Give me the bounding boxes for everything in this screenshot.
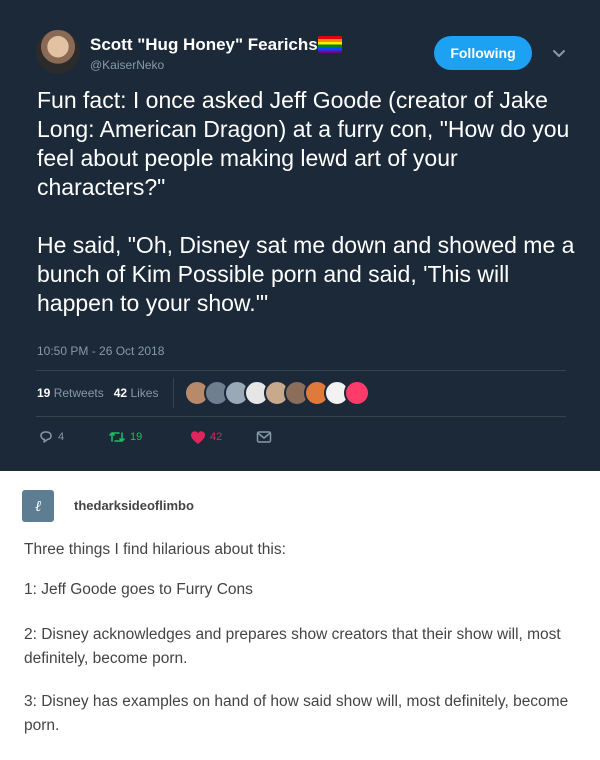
retweets-label[interactable]: Retweets [54,386,104,400]
retweet-icon [109,432,125,442]
avatar[interactable]: ℓ [22,490,54,522]
likes-label[interactable]: Likes [130,386,158,400]
reply-button[interactable]: 4 [38,429,108,445]
liker-avatar[interactable] [344,380,370,406]
direct-message-button[interactable] [256,430,272,444]
post-paragraph: 3: Disney has examples on hand of how sa… [24,693,569,734]
tweet-text: Fun fact: I once asked Jeff Goode (creat… [37,86,577,318]
stats-separator [173,378,174,408]
post-paragraph: 2: Disney acknowledges and prepares show… [24,626,561,667]
heart-icon [191,430,205,444]
user-handle[interactable]: @KaiserNeko [90,58,164,72]
liker-avatars [184,380,370,406]
tweet-timestamp[interactable]: 10:50 PM - 26 Oct 2018 [37,344,164,358]
retweet-action-count: 19 [130,431,143,443]
divider [36,370,566,371]
like-count[interactable]: 42 [114,386,127,400]
tweet-paragraph: Fun fact: I once asked Jeff Goode (creat… [37,87,570,200]
envelope-icon [256,431,272,443]
avatar[interactable] [36,30,80,74]
display-name[interactable]: Scott "Hug Honey" Fearichs [90,35,318,55]
tweet-actions: 4 19 42 [38,428,272,446]
retweet-count[interactable]: 19 [37,386,50,400]
retweet-button[interactable]: 19 [108,429,190,445]
divider [36,416,566,417]
tweet-paragraph: He said, "Oh, Disney sat me down and sho… [37,232,575,316]
following-button[interactable]: Following [434,36,532,70]
post-paragraph: 1: Jeff Goode goes to Furry Cons [24,581,253,598]
reply-icon [40,431,52,443]
like-button[interactable]: 42 [190,430,256,445]
post-username[interactable]: thedarksideoflimbo [74,498,194,513]
rainbow-flag-icon [318,36,342,53]
reply-count: 4 [58,431,65,443]
chevron-down-icon[interactable] [550,44,568,62]
tweet-stats: 19 Retweets 42 Likes [37,386,158,400]
post-paragraph: Three things I find hilarious about this… [24,541,286,558]
like-action-count: 42 [210,431,223,443]
